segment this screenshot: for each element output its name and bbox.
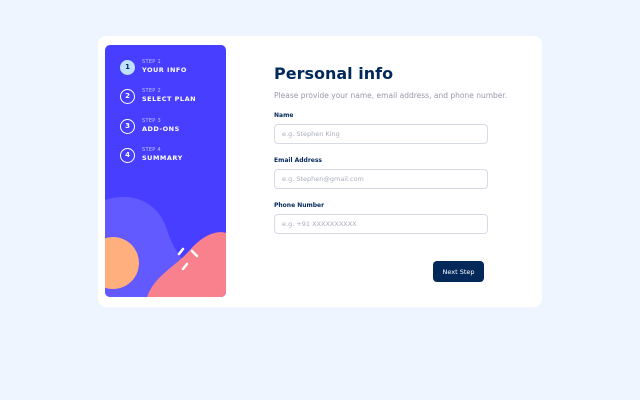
form-main: Personal info Please provide your name, … xyxy=(274,36,524,307)
sidebar-decoration xyxy=(105,196,226,297)
step-label: STEP 1 xyxy=(142,59,161,65)
step-1[interactable]: 1 STEP 1 YOUR INFO xyxy=(120,59,187,75)
next-step-button[interactable]: Next Step xyxy=(433,261,484,282)
steps-sidebar: 1 STEP 1 YOUR INFO 2 STEP 2 SELECT PLAN … xyxy=(105,45,226,297)
step-number-badge: 2 xyxy=(120,88,135,104)
step-title: SELECT PLAN xyxy=(142,95,197,103)
email-label: Email Address xyxy=(274,157,323,164)
step-title: SUMMARY xyxy=(142,154,183,162)
name-label: Name xyxy=(274,112,294,119)
step-2[interactable]: 2 STEP 2 SELECT PLAN xyxy=(120,88,196,104)
step-3[interactable]: 3 STEP 3 ADD-ONS xyxy=(120,118,180,134)
step-4[interactable]: 4 STEP 4 SUMMARY xyxy=(120,147,183,163)
step-number-badge: 1 xyxy=(120,59,135,75)
name-input[interactable] xyxy=(274,124,488,144)
email-input[interactable] xyxy=(274,169,488,189)
page-subtitle: Please provide your name, email address,… xyxy=(274,91,508,100)
step-label: STEP 3 xyxy=(142,118,161,124)
page-title: Personal info xyxy=(274,64,394,83)
phone-label: Phone Number xyxy=(274,202,325,209)
form-card: 1 STEP 1 YOUR INFO 2 STEP 2 SELECT PLAN … xyxy=(98,36,542,307)
step-title: ADD-ONS xyxy=(142,125,180,133)
step-title: YOUR INFO xyxy=(142,66,187,74)
step-label: STEP 2 xyxy=(142,88,161,94)
step-number-badge: 3 xyxy=(120,118,135,134)
step-label: STEP 4 xyxy=(142,147,161,153)
phone-input[interactable] xyxy=(274,214,488,234)
step-number-badge: 4 xyxy=(120,147,135,163)
